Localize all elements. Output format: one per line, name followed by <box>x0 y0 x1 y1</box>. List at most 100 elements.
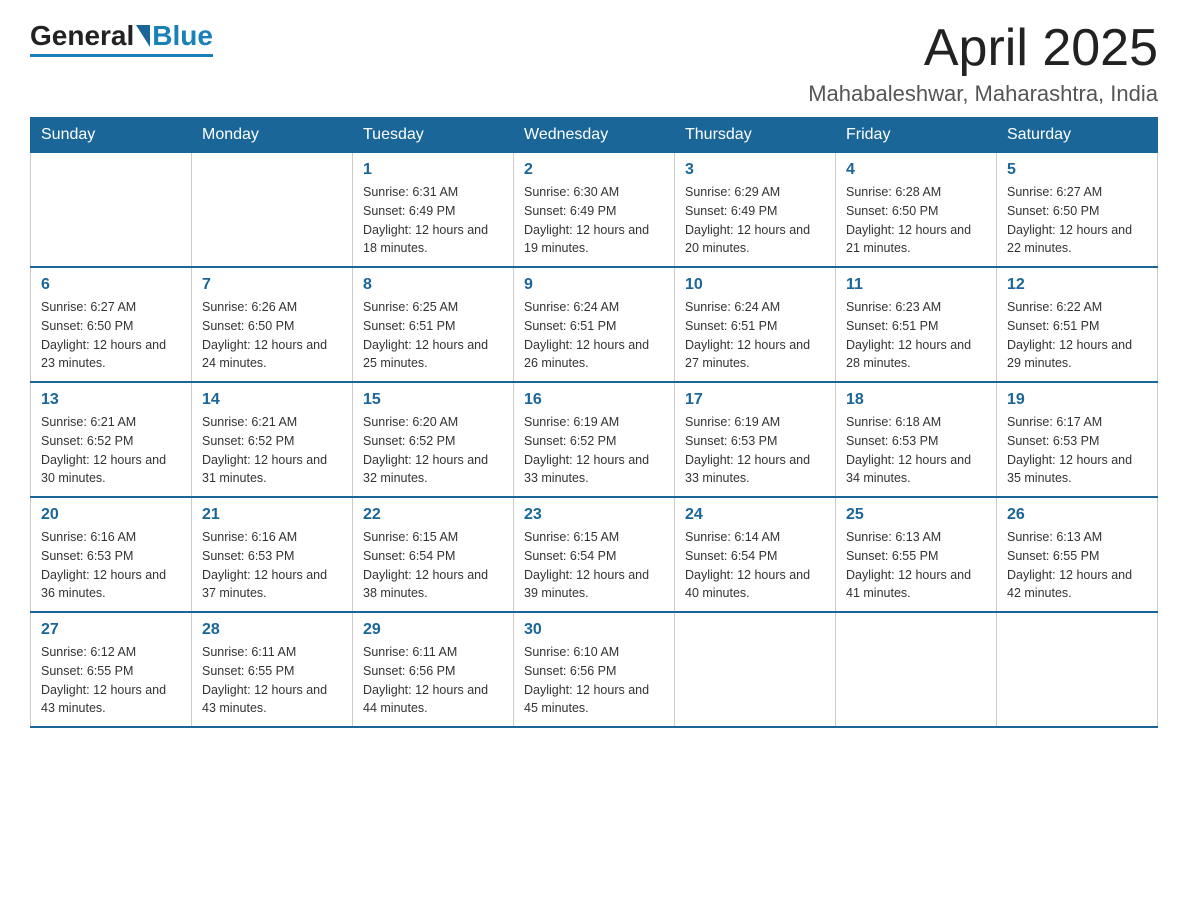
day-number: 29 <box>363 621 503 639</box>
table-row: 11 Sunrise: 6:23 AMSunset: 6:51 PMDayligh… <box>836 267 997 382</box>
day-number: 4 <box>846 161 986 179</box>
calendar-table: Sunday Monday Tuesday Wednesday Thursday… <box>30 117 1158 728</box>
col-monday: Monday <box>192 118 353 153</box>
day-info: Sunrise: 6:22 AMSunset: 6:51 PMDaylight:… <box>1007 298 1147 373</box>
calendar-week-row: 27Sunrise: 6:12 AMSunset: 6:55 PMDayligh… <box>31 612 1158 727</box>
day-number: 26 <box>1007 506 1147 524</box>
day-info: Sunrise: 6:14 AMSunset: 6:54 PMDaylight:… <box>685 528 825 603</box>
table-row <box>31 153 192 268</box>
col-thursday: Thursday <box>675 118 836 153</box>
day-number: 18 <box>846 391 986 409</box>
day-info: Sunrise: 6:31 AMSunset: 6:49 PMDaylight:… <box>363 183 503 258</box>
day-info: Sunrise: 6:24 AMSunset: 6:51 PMDaylight:… <box>685 298 825 373</box>
col-saturday: Saturday <box>997 118 1158 153</box>
day-number: 14 <box>202 391 342 409</box>
day-info: Sunrise: 6:13 AMSunset: 6:55 PMDaylight:… <box>1007 528 1147 603</box>
day-info: Sunrise: 6:19 AMSunset: 6:53 PMDaylight:… <box>685 413 825 488</box>
calendar-header-row: Sunday Monday Tuesday Wednesday Thursday… <box>31 118 1158 153</box>
table-row: 20Sunrise: 6:16 AMSunset: 6:53 PMDayligh… <box>31 497 192 612</box>
day-info: Sunrise: 6:27 AMSunset: 6:50 PMDaylight:… <box>41 298 181 373</box>
day-info: Sunrise: 6:27 AMSunset: 6:50 PMDaylight:… <box>1007 183 1147 258</box>
table-row: 27Sunrise: 6:12 AMSunset: 6:55 PMDayligh… <box>31 612 192 727</box>
logo-blue-text: Blue <box>152 20 213 52</box>
table-row: 14 Sunrise: 6:21 AMSunset: 6:52 PMDayligh… <box>192 382 353 497</box>
day-number: 16 <box>524 391 664 409</box>
table-row: 17 Sunrise: 6:19 AMSunset: 6:53 PMDayligh… <box>675 382 836 497</box>
day-info: Sunrise: 6:13 AMSunset: 6:55 PMDaylight:… <box>846 528 986 603</box>
table-row <box>836 612 997 727</box>
title-section: April 2025 Mahabaleshwar, Maharashtra, I… <box>808 20 1158 107</box>
day-number: 9 <box>524 276 664 294</box>
day-number: 5 <box>1007 161 1147 179</box>
day-number: 7 <box>202 276 342 294</box>
calendar-week-row: 13 Sunrise: 6:21 AMSunset: 6:52 PMDayligh… <box>31 382 1158 497</box>
table-row: 1 Sunrise: 6:31 AMSunset: 6:49 PMDaylight… <box>353 153 514 268</box>
table-row: 29 Sunrise: 6:11 AMSunset: 6:56 PMDayligh… <box>353 612 514 727</box>
day-number: 13 <box>41 391 181 409</box>
table-row: 26 Sunrise: 6:13 AMSunset: 6:55 PMDayligh… <box>997 497 1158 612</box>
day-info: Sunrise: 6:29 AMSunset: 6:49 PMDaylight:… <box>685 183 825 258</box>
table-row: 18 Sunrise: 6:18 AMSunset: 6:53 PMDayligh… <box>836 382 997 497</box>
day-number: 8 <box>363 276 503 294</box>
day-number: 17 <box>685 391 825 409</box>
day-info: Sunrise: 6:26 AMSunset: 6:50 PMDaylight:… <box>202 298 342 373</box>
table-row: 5 Sunrise: 6:27 AMSunset: 6:50 PMDaylight… <box>997 153 1158 268</box>
day-number: 3 <box>685 161 825 179</box>
day-info: Sunrise: 6:19 AMSunset: 6:52 PMDaylight:… <box>524 413 664 488</box>
day-info: Sunrise: 6:23 AMSunset: 6:51 PMDaylight:… <box>846 298 986 373</box>
day-number: 22 <box>363 506 503 524</box>
day-number: 11 <box>846 276 986 294</box>
day-info: Sunrise: 6:11 AMSunset: 6:56 PMDaylight:… <box>363 643 503 718</box>
table-row: 19Sunrise: 6:17 AMSunset: 6:53 PMDayligh… <box>997 382 1158 497</box>
day-number: 12 <box>1007 276 1147 294</box>
logo: General Blue <box>30 20 213 57</box>
day-info: Sunrise: 6:16 AMSunset: 6:53 PMDaylight:… <box>202 528 342 603</box>
day-number: 1 <box>363 161 503 179</box>
day-info: Sunrise: 6:28 AMSunset: 6:50 PMDaylight:… <box>846 183 986 258</box>
col-sunday: Sunday <box>31 118 192 153</box>
logo-triangle-icon <box>136 25 150 47</box>
calendar-week-row: 1 Sunrise: 6:31 AMSunset: 6:49 PMDaylight… <box>31 153 1158 268</box>
day-info: Sunrise: 6:15 AMSunset: 6:54 PMDaylight:… <box>363 528 503 603</box>
day-number: 15 <box>363 391 503 409</box>
day-number: 27 <box>41 621 181 639</box>
day-info: Sunrise: 6:20 AMSunset: 6:52 PMDaylight:… <box>363 413 503 488</box>
table-row: 16 Sunrise: 6:19 AMSunset: 6:52 PMDayligh… <box>514 382 675 497</box>
table-row: 8Sunrise: 6:25 AMSunset: 6:51 PMDaylight… <box>353 267 514 382</box>
table-row: 24 Sunrise: 6:14 AMSunset: 6:54 PMDayligh… <box>675 497 836 612</box>
day-info: Sunrise: 6:30 AMSunset: 6:49 PMDaylight:… <box>524 183 664 258</box>
table-row: 6 Sunrise: 6:27 AMSunset: 6:50 PMDaylight… <box>31 267 192 382</box>
table-row: 25 Sunrise: 6:13 AMSunset: 6:55 PMDayligh… <box>836 497 997 612</box>
col-wednesday: Wednesday <box>514 118 675 153</box>
day-number: 2 <box>524 161 664 179</box>
day-info: Sunrise: 6:18 AMSunset: 6:53 PMDaylight:… <box>846 413 986 488</box>
month-title: April 2025 <box>808 20 1158 77</box>
day-number: 28 <box>202 621 342 639</box>
table-row: 12 Sunrise: 6:22 AMSunset: 6:51 PMDayligh… <box>997 267 1158 382</box>
day-info: Sunrise: 6:17 AMSunset: 6:53 PMDaylight:… <box>1007 413 1147 488</box>
day-number: 10 <box>685 276 825 294</box>
table-row: 7 Sunrise: 6:26 AMSunset: 6:50 PMDaylight… <box>192 267 353 382</box>
table-row: 22 Sunrise: 6:15 AMSunset: 6:54 PMDayligh… <box>353 497 514 612</box>
calendar-week-row: 6 Sunrise: 6:27 AMSunset: 6:50 PMDaylight… <box>31 267 1158 382</box>
day-number: 6 <box>41 276 181 294</box>
day-number: 21 <box>202 506 342 524</box>
col-tuesday: Tuesday <box>353 118 514 153</box>
day-number: 23 <box>524 506 664 524</box>
table-row: 13 Sunrise: 6:21 AMSunset: 6:52 PMDayligh… <box>31 382 192 497</box>
table-row <box>675 612 836 727</box>
table-row <box>997 612 1158 727</box>
day-number: 24 <box>685 506 825 524</box>
day-info: Sunrise: 6:21 AMSunset: 6:52 PMDaylight:… <box>41 413 181 488</box>
logo-general-text: General <box>30 20 134 52</box>
table-row: 2 Sunrise: 6:30 AMSunset: 6:49 PMDaylight… <box>514 153 675 268</box>
day-info: Sunrise: 6:16 AMSunset: 6:53 PMDaylight:… <box>41 528 181 603</box>
table-row: 9Sunrise: 6:24 AMSunset: 6:51 PMDaylight… <box>514 267 675 382</box>
logo-blue-part: Blue <box>134 20 213 52</box>
day-number: 25 <box>846 506 986 524</box>
day-info: Sunrise: 6:21 AMSunset: 6:52 PMDaylight:… <box>202 413 342 488</box>
table-row: 23Sunrise: 6:15 AMSunset: 6:54 PMDayligh… <box>514 497 675 612</box>
location-text: Mahabaleshwar, Maharashtra, India <box>808 81 1158 107</box>
calendar-week-row: 20Sunrise: 6:16 AMSunset: 6:53 PMDayligh… <box>31 497 1158 612</box>
table-row: 21 Sunrise: 6:16 AMSunset: 6:53 PMDayligh… <box>192 497 353 612</box>
